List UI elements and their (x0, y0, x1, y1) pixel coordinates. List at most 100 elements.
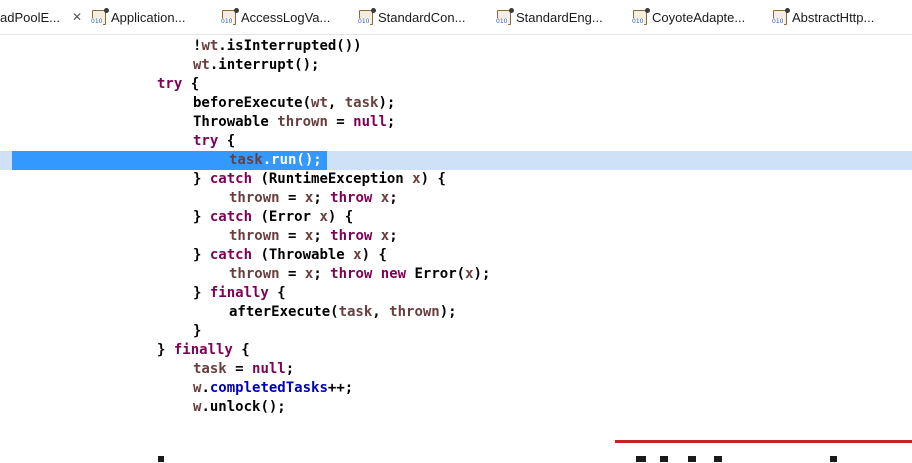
code-token: { (232, 342, 250, 358)
code-token: try (193, 133, 219, 149)
code-editor[interactable]: !wt.isInterrupted()) wt.interrupt(); try {… (0, 35, 912, 462)
code-token: finally (173, 342, 233, 358)
tab-label: AccessLogVa... (241, 9, 331, 25)
code-line[interactable]: } finally { (0, 284, 912, 303)
tab-abstracthttp[interactable]: 010 AbstractHttp... (771, 0, 875, 34)
code-token: thrown (229, 266, 280, 282)
class-file-icon: 010 (220, 7, 239, 25)
code-token: throw (330, 228, 373, 244)
tab-accesslogvalve[interactable]: 010 AccessLogVa... (220, 0, 331, 34)
code-text: Throwable thrown = null; (193, 113, 395, 132)
code-token: (RuntimeException (252, 171, 413, 187)
code-token: catch (209, 171, 253, 187)
code-line[interactable]: task = null; (0, 360, 912, 379)
tab-label: StandardEng... (516, 9, 603, 25)
code-line[interactable]: thrown = x; throw x; (0, 189, 912, 208)
code-line[interactable]: wt.interrupt(); (0, 56, 912, 75)
code-token: ); (439, 304, 457, 320)
code-token: x (319, 209, 328, 225)
code-text: try { (157, 75, 199, 94)
code-token: .interrupt(); (209, 57, 320, 73)
code-token: = (279, 228, 305, 244)
code-token: ; (313, 190, 331, 206)
code-token: task (338, 304, 373, 320)
code-token: wt (201, 38, 219, 54)
code-token: null (252, 361, 286, 377)
code-line[interactable]: afterExecute(task, thrown); (0, 303, 912, 322)
code-token: ); (473, 266, 491, 282)
code-token: (Throwable (252, 247, 354, 263)
code-token: ; (313, 228, 331, 244)
code-line[interactable]: w.unlock(); (0, 398, 912, 417)
code-line[interactable]: Throwable thrown = null; (0, 113, 912, 132)
code-token: beforeExecute( (193, 95, 312, 111)
code-line-current[interactable]: task.run(); (0, 151, 912, 170)
close-tab-icon[interactable]: ✕ (72, 10, 82, 24)
code-line[interactable]: } finally { (0, 341, 912, 360)
code-token: } (193, 171, 210, 187)
code-line[interactable]: } (0, 322, 912, 341)
code-line[interactable]: try { (0, 132, 912, 151)
code-token: new (380, 266, 407, 282)
code-token: completedTasks (209, 380, 328, 396)
code-token: { (182, 76, 200, 92)
tab-label: StandardCon... (378, 9, 466, 25)
tab-standardengine[interactable]: 010 StandardEng... (495, 0, 603, 34)
tab-standardcontext[interactable]: 010 StandardCon... (357, 0, 466, 34)
partially-visible-line (0, 442, 912, 463)
code-text: } catch (RuntimeException x) { (193, 170, 446, 189)
code-token: afterExecute( (229, 304, 339, 320)
code-line[interactable]: thrown = x; throw new Error(x); (0, 265, 912, 284)
class-file-icon: 010 (357, 7, 376, 25)
code-token: ; (285, 361, 295, 377)
code-token: ) { (327, 209, 354, 225)
code-token: , (372, 304, 390, 320)
tab-label: AbstractHttp... (792, 9, 875, 25)
code-line[interactable]: } catch (Error x) { (0, 208, 912, 227)
class-file-icon: 010 (495, 7, 514, 25)
code-token: = (327, 114, 354, 130)
code-text: try { (193, 132, 235, 151)
code-text: } finally { (193, 284, 286, 303)
editor-tab-bar: adPoolE... ✕ 010 Application... 010 Acce… (0, 0, 912, 35)
code-line[interactable]: !wt.isInterrupted()) (0, 37, 912, 56)
code-text: wt.interrupt(); (193, 56, 319, 75)
code-line[interactable]: } catch (Throwable x) { (0, 246, 912, 265)
code-token: null (353, 114, 387, 130)
code-token: .unlock(); (201, 399, 286, 415)
tab-application[interactable]: 010 Application... (90, 0, 185, 34)
code-token: ) { (361, 247, 387, 263)
code-token: { (268, 285, 286, 301)
code-token: } (193, 285, 210, 301)
code-text: thrown = x; throw x; (229, 189, 398, 208)
code-line[interactable]: try { (0, 75, 912, 94)
code-token: ); (378, 95, 396, 111)
code-token: task (193, 361, 227, 377)
code-line[interactable]: } catch (RuntimeException x) { (0, 170, 912, 189)
code-text: } (193, 322, 201, 341)
code-token: x (380, 228, 390, 244)
tab-coyoteadapter[interactable]: 010 CoyoteAdapte... (631, 0, 745, 34)
code-token: x (353, 247, 362, 263)
code-text: thrown = x; throw new Error(x); (229, 265, 490, 284)
code-text: afterExecute(task, thrown); (229, 303, 457, 322)
code-line[interactable]: thrown = x; throw x; (0, 227, 912, 246)
code-token: catch (209, 247, 253, 263)
code-line[interactable]: w.completedTasks++; (0, 379, 912, 398)
code-token: } (193, 323, 202, 339)
code-line[interactable]: beforeExecute(wt, task); (0, 94, 912, 113)
code-text: w.completedTasks++; (193, 379, 353, 398)
tab-threadpoolexecutor[interactable]: adPoolE... ✕ (0, 0, 88, 34)
code-token: } (193, 247, 210, 263)
code-text: } finally { (157, 341, 250, 360)
code-token: wt (311, 95, 328, 111)
tab-label: adPoolE... (0, 9, 60, 25)
code-token: task (229, 152, 263, 168)
code-token: x (412, 171, 421, 187)
code-token: catch (209, 209, 253, 225)
code-token: = (226, 361, 253, 377)
class-file-icon: 010 (631, 7, 650, 25)
code-token: Error( (406, 266, 466, 282)
